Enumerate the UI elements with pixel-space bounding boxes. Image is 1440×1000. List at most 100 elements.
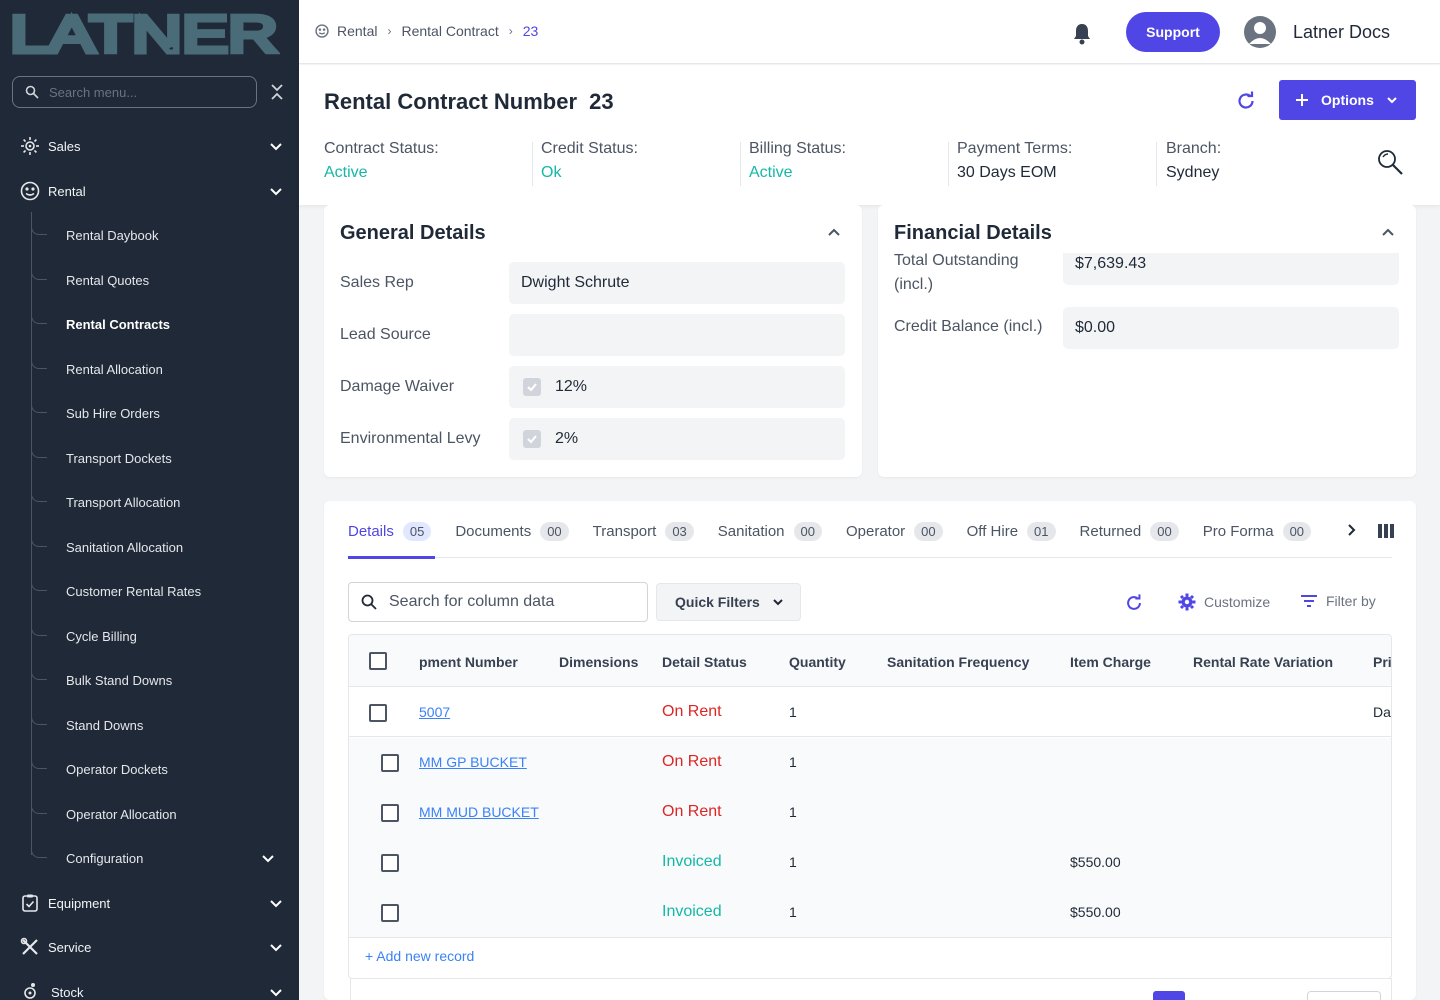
financial-scroll-area[interactable]: Total Outstanding (incl.) $7,639.43 Cred… [878, 253, 1416, 477]
sidebar-item-rental[interactable]: Rental [0, 171, 299, 211]
sidebar-item-bulk-stand-downs[interactable]: Bulk Stand Downs [31, 665, 299, 695]
add-new-record-link[interactable]: + Add new record [365, 948, 474, 964]
sidebar-item-stand-downs[interactable]: Stand Downs [31, 710, 299, 740]
damage-waiver-field[interactable]: 12% [509, 366, 845, 408]
contract-status: Contract Status: Active [324, 140, 439, 184]
tab-operator[interactable]: Operator 00 [846, 519, 943, 543]
column-header[interactable]: pment Number [419, 654, 518, 670]
options-label: Options [1321, 92, 1374, 108]
column-header[interactable]: Rental Rate Variation [1193, 654, 1333, 670]
total-outstanding-field[interactable]: $7,639.43 [1063, 253, 1399, 285]
collapse-icon[interactable] [268, 82, 286, 102]
sidebar-item-transport-dockets[interactable]: Transport Dockets [31, 443, 299, 473]
options-button[interactable]: Options [1279, 80, 1416, 120]
credit-balance-field[interactable]: $0.00 [1063, 307, 1399, 349]
table-row[interactable]: MM GP BUCKET On Rent 1 [349, 738, 1391, 788]
sidebar-item-rental-daybook[interactable]: Rental Daybook [31, 220, 299, 250]
menu-search-input[interactable]: Search menu... [12, 76, 257, 108]
table-row[interactable]: MM MUD BUCKET On Rent 1 [349, 788, 1391, 838]
sidebar-item-sanitation-allocation[interactable]: Sanitation Allocation [31, 532, 299, 562]
sidebar-subitem-label: Rental Allocation [66, 361, 163, 377]
tree-elbow [31, 311, 47, 324]
refresh-icon[interactable] [1124, 593, 1144, 613]
column-header[interactable]: Quantity [789, 654, 846, 670]
column-header[interactable]: Pri [1373, 654, 1391, 670]
tab-label: Operator [845, 522, 906, 540]
contract-number: 23 [589, 89, 614, 114]
table-row[interactable]: Invoiced 1 $550.00 [349, 838, 1391, 888]
user-avatar-icon[interactable] [1244, 16, 1276, 48]
gear-icon [1178, 593, 1196, 611]
chevron-up-icon[interactable] [1381, 225, 1395, 239]
sidebar-item-customer-rental-rates[interactable]: Customer Rental Rates [31, 576, 299, 606]
tab-details[interactable]: Details 05 [348, 519, 432, 543]
customize-button[interactable]: Customize [1178, 593, 1270, 611]
breadcrumb-rental-contract[interactable]: Rental Contract [401, 23, 498, 39]
equipment-number-link[interactable]: 5007 [419, 704, 479, 720]
row-checkbox[interactable] [381, 904, 399, 922]
financial-header: Financial Details [878, 205, 1416, 253]
equipment-number-link[interactable]: MM GP BUCKET [419, 754, 539, 770]
checkbox-checked-icon[interactable] [523, 430, 541, 448]
tab-off-hire[interactable]: Off Hire 01 [967, 519, 1056, 543]
latner-logo[interactable]: LATNER [10, 8, 280, 58]
tab-label: Pro Forma [1202, 522, 1274, 540]
tab-documents[interactable]: Documents 00 [455, 519, 569, 543]
tab-transport[interactable]: Transport 03 [593, 519, 694, 543]
support-button[interactable]: Support [1126, 12, 1220, 52]
quick-filters-button[interactable]: Quick Filters [656, 583, 801, 621]
sidebar-item-cycle-billing[interactable]: Cycle Billing [31, 621, 299, 651]
pager-bar [350, 978, 1392, 1000]
row-checkbox[interactable] [381, 754, 399, 772]
grid-header-row: pment Number Dimensions Detail Status Qu… [349, 635, 1391, 687]
column-header[interactable]: Item Charge [1070, 654, 1151, 670]
table-row[interactable]: 5007 On Rent 1 Da [349, 687, 1391, 737]
chevron-right-icon[interactable] [1344, 523, 1358, 537]
sales-rep-field[interactable]: Dwight Schrute [509, 262, 845, 304]
row-checkbox[interactable] [381, 804, 399, 822]
sidebar-subitem-label: Transport Allocation [66, 494, 181, 510]
sidebar-item-rental-quotes[interactable]: Rental Quotes [31, 265, 299, 295]
filter-by-button[interactable]: Filter by [1300, 593, 1376, 609]
column-header[interactable]: Sanitation Frequency [887, 654, 1029, 670]
column-header[interactable]: Dimensions [559, 654, 638, 670]
chevron-down-icon [773, 599, 783, 606]
sidebar-item-configuration[interactable]: Configuration [31, 843, 299, 873]
sidebar-item-sales[interactable]: Sales [0, 126, 299, 166]
zoom-search-icon[interactable] [1376, 148, 1404, 176]
tab-pro-forma[interactable]: Pro Forma 00 [1202, 519, 1312, 543]
checkbox-checked-icon[interactable] [523, 378, 541, 396]
page-size-select[interactable] [1307, 991, 1381, 1000]
sidebar-subitem-label: Sanitation Allocation [66, 539, 184, 555]
divider [532, 142, 533, 186]
table-row[interactable]: Invoiced 1 $550.00 [349, 888, 1391, 938]
tab-sanitation[interactable]: Sanitation 00 [718, 519, 822, 543]
sidebar-item-rental-contracts[interactable]: Rental Contracts [31, 309, 299, 339]
svg-text:LATNER: LATNER [10, 8, 278, 58]
column-search-input[interactable]: Search for column data [348, 582, 648, 622]
row-checkbox[interactable] [369, 704, 387, 722]
columns-icon[interactable] [1378, 524, 1394, 538]
lead-source-field[interactable] [509, 314, 845, 356]
sidebar-item-sub-hire-orders[interactable]: Sub Hire Orders [31, 398, 299, 428]
sidebar-item-operator-allocation[interactable]: Operator Allocation [31, 799, 299, 829]
user-name[interactable]: Latner Docs [1293, 22, 1390, 43]
tree-elbow [31, 489, 47, 502]
column-header[interactable]: Detail Status [662, 654, 747, 670]
tab-returned[interactable]: Returned 00 [1080, 519, 1179, 543]
sidebar-item-service[interactable]: Service [0, 927, 299, 967]
row-checkbox[interactable] [381, 854, 399, 872]
equipment-number-link[interactable]: MM MUD BUCKET [419, 804, 539, 820]
select-all-checkbox[interactable] [369, 652, 387, 670]
refresh-icon[interactable] [1235, 90, 1257, 112]
sidebar-item-stock[interactable]: Stock [0, 972, 299, 1000]
pager-current-page[interactable] [1153, 991, 1185, 1000]
breadcrumb-rental[interactable]: Rental [337, 23, 377, 39]
sidebar-item-operator-dockets[interactable]: Operator Dockets [31, 754, 299, 784]
bell-icon[interactable] [1071, 22, 1093, 46]
chevron-up-icon[interactable] [827, 225, 841, 239]
sidebar-item-rental-allocation[interactable]: Rental Allocation [31, 354, 299, 384]
environmental-levy-field[interactable]: 2% [509, 418, 845, 460]
sidebar-item-transport-allocation[interactable]: Transport Allocation [31, 487, 299, 517]
sidebar-item-equipment[interactable]: Equipment [0, 883, 299, 923]
